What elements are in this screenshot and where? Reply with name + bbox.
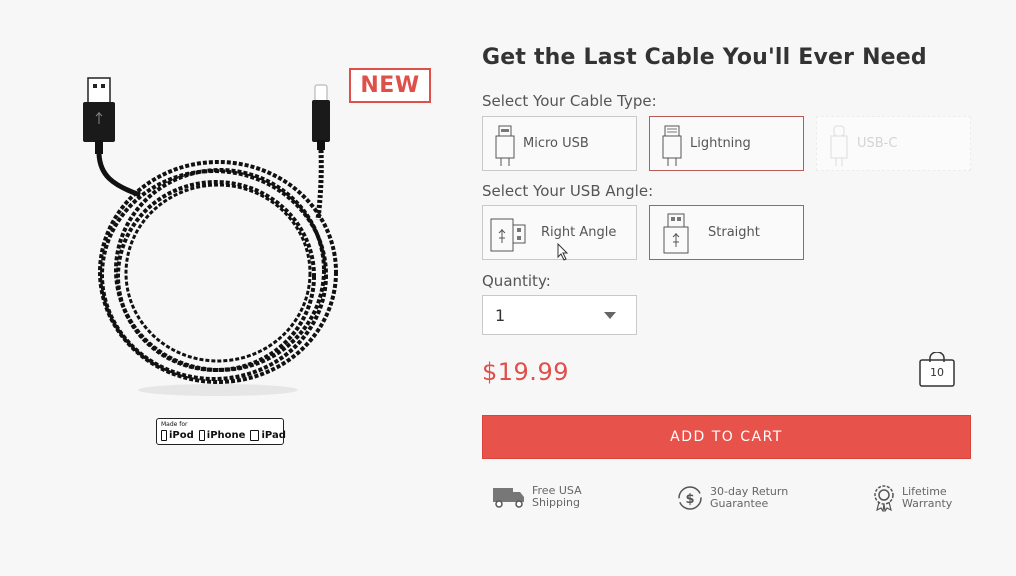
straight-usb-icon: [654, 211, 698, 255]
mfi-iphone-label: iPhone: [206, 430, 246, 441]
lightning-connector-icon: [654, 122, 690, 166]
ipad-icon: [250, 430, 260, 441]
new-badge: NEW: [349, 68, 431, 103]
chevron-down-icon: [604, 311, 616, 319]
award-ribbon-icon: [874, 485, 894, 512]
feature-lifetime-warranty: Lifetime Warranty: [872, 484, 952, 512]
money-back-icon: $: [678, 486, 702, 510]
feature-return-guarantee: $ 30-day Return Guarantee: [676, 484, 788, 512]
shopping-bag-button[interactable]: 10: [918, 351, 956, 388]
mfi-ipod-label: iPod: [169, 430, 194, 441]
cable-option-label: Micro USB: [523, 136, 589, 151]
usb-angle-option-straight[interactable]: Straight: [649, 205, 804, 260]
feature-free-shipping: Free USA Shipping: [492, 485, 582, 509]
quantity-label: Quantity:: [482, 272, 551, 290]
add-to-cart-button[interactable]: ADD TO CART: [482, 415, 971, 459]
cart-count: 10: [930, 366, 944, 379]
mfi-small-text: Made for: [161, 421, 188, 428]
made-for-ipod-iphone-ipad-badge: Made for iPod iPhone iPad: [156, 418, 286, 445]
product-title: Get the Last Cable You'll Ever Need: [482, 45, 927, 70]
cable-option-micro-usb[interactable]: Micro USB: [482, 116, 637, 171]
feature-line2: Warranty: [902, 497, 953, 510]
quantity-value: 1: [495, 305, 506, 325]
cable-option-lightning[interactable]: Lightning: [649, 116, 804, 171]
iphone-icon: [198, 430, 205, 441]
ipod-icon: [161, 430, 167, 441]
usb-c-icon: [821, 122, 857, 166]
quantity-select[interactable]: 1: [482, 295, 637, 335]
feature-line2: Shipping: [532, 496, 580, 509]
cable-option-usb-c[interactable]: USB-C: [816, 116, 971, 171]
right-angle-usb-icon: [487, 211, 531, 255]
cable-option-label: USB-C: [857, 136, 898, 151]
feature-line2: Guarantee: [710, 497, 769, 510]
cable-type-label: Select Your Cable Type:: [482, 92, 657, 110]
usb-angle-option-label: Straight: [708, 225, 760, 240]
price: $19.99: [482, 358, 569, 386]
product-image-cable: [83, 77, 338, 396]
cable-option-label: Lightning: [690, 136, 751, 151]
usb-angle-option-label: Right Angle: [541, 225, 617, 240]
svg-text:$: $: [685, 492, 694, 507]
mfi-ipad-label: iPad: [261, 430, 286, 441]
usb-angle-label: Select Your USB Angle:: [482, 182, 654, 200]
truck-icon: [493, 488, 524, 508]
micro-usb-icon: [487, 122, 523, 166]
mouse-cursor-icon: [557, 243, 569, 261]
